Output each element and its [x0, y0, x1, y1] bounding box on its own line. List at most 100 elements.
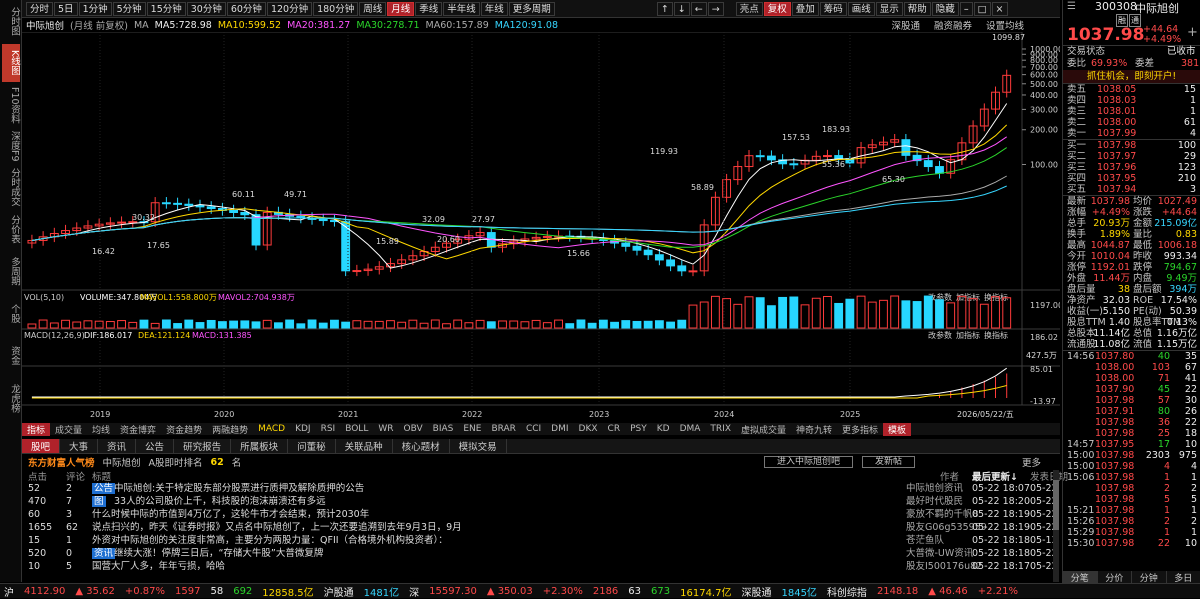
indicator-tab-3[interactable]: 资金博弈: [115, 423, 161, 436]
period-5[interactable]: 30分钟: [187, 2, 226, 16]
new-post-button[interactable]: 发新帖: [862, 456, 915, 468]
period-2[interactable]: 1分钟: [79, 2, 112, 16]
news-tab-2[interactable]: 资讯: [98, 439, 136, 453]
left-tab-4[interactable]: 分时成交: [2, 168, 20, 206]
indicator-tab-11[interactable]: OBV: [399, 424, 428, 434]
indicator-tab-17[interactable]: DKX: [574, 424, 603, 434]
news-author[interactable]: 豪放不羁的千帆8: [906, 508, 979, 521]
news-title[interactable]: 33人的公司股价上千，科技股的泡沫崩溃还有多远: [114, 495, 326, 508]
sells-level[interactable]: 卖四1038.031: [1063, 95, 1200, 106]
news-title[interactable]: 国营大厂人多，年年亏损，哈哈: [92, 560, 225, 573]
sells-level[interactable]: 卖二1038.0061: [1063, 117, 1200, 128]
period-10[interactable]: 月线: [387, 2, 414, 16]
indicator-tab-25[interactable]: 更多指标: [837, 423, 883, 436]
news-tab-7[interactable]: 关联品种: [336, 439, 393, 453]
indicator-tab-19[interactable]: PSY: [625, 424, 652, 434]
link-set-ma[interactable]: 设置均线: [986, 18, 1024, 32]
news-tab-3[interactable]: 公告: [136, 439, 174, 453]
sells-level[interactable]: 卖五1038.0515: [1063, 84, 1200, 95]
news-title[interactable]: 什么时候中际的市值到4万亿了，这轮牛市才会结束，预计2030年: [92, 508, 369, 521]
toolbar-item-5[interactable]: 显示: [876, 2, 903, 16]
left-tab-9[interactable]: 龙虎榜: [2, 378, 20, 418]
news-row[interactable]: 522公告中际旭创:关于特定股东部分股票进行质押及解除质押的公告中际旭创资讯05…: [22, 482, 1056, 495]
indicator-tab-18[interactable]: CR: [603, 424, 626, 434]
restore-icon[interactable]: □: [974, 2, 991, 16]
indicator-tab-26[interactable]: 模板: [883, 423, 911, 436]
period-1[interactable]: 5日: [54, 2, 78, 16]
enter-forum-button[interactable]: 进入中际旭创吧: [764, 456, 853, 468]
close-icon[interactable]: ×: [992, 2, 1008, 16]
indicator-tab-4[interactable]: 资金趋势: [161, 423, 207, 436]
indicator-tab-22[interactable]: TRIX: [705, 424, 736, 434]
buys-level[interactable]: 买三1037.96123: [1063, 162, 1200, 173]
toolbar-item-3[interactable]: 筹码: [820, 2, 847, 16]
toolbar-item-6[interactable]: 帮助: [904, 2, 931, 16]
quote-tab-2[interactable]: 分钟: [1132, 571, 1167, 583]
link-margin[interactable]: 融资融券: [934, 18, 972, 32]
quote-tab-3[interactable]: 多日: [1167, 571, 1200, 583]
left-tab-0[interactable]: 分时图: [2, 2, 20, 40]
add-watchlist-icon[interactable]: +: [1187, 25, 1198, 40]
news-title[interactable]: 中际旭创:关于特定股东部分股票进行质押及解除质押的公告: [114, 482, 364, 495]
period-13[interactable]: 年线: [481, 2, 508, 16]
nav-arrow-icon-2[interactable]: ←: [691, 2, 707, 16]
news-scroll-thumb[interactable]: [1053, 480, 1059, 530]
kline-chart[interactable]: 1000.00900.00800.00700.00600.00500.00400…: [22, 32, 1060, 424]
news-row[interactable]: 105国营大厂人多，年年亏损，哈哈股友I500176u8205-22 18:17…: [22, 560, 1056, 573]
period-12[interactable]: 半年线: [443, 2, 480, 16]
buys-level[interactable]: 买一1037.98100: [1063, 140, 1200, 151]
minimize-icon[interactable]: –: [960, 2, 973, 16]
toolbar-item-4[interactable]: 画线: [848, 2, 875, 16]
indicator-tab-16[interactable]: DMI: [546, 424, 573, 434]
toolbar-item-7[interactable]: 隐藏: [932, 2, 959, 16]
period-0[interactable]: 分时: [26, 2, 53, 16]
open-account-ad[interactable]: 抓住机会，即刻开户!: [1063, 70, 1200, 83]
period-14[interactable]: 更多周期: [509, 2, 555, 16]
quote-tab-1[interactable]: 分价: [1098, 571, 1133, 583]
news-tab-4[interactable]: 研究报告: [174, 439, 231, 453]
link-hk-connect[interactable]: 深股通: [891, 18, 920, 32]
indicator-tab-12[interactable]: BIAS: [428, 424, 459, 434]
news-tab-8[interactable]: 核心题材: [393, 439, 450, 453]
toolbar-item-0[interactable]: 亮点: [736, 2, 763, 16]
period-7[interactable]: 120分钟: [267, 2, 312, 16]
nav-arrow-icon-0[interactable]: ↑: [657, 2, 673, 16]
period-9[interactable]: 周线: [359, 2, 386, 16]
indicator-tab-20[interactable]: KD: [652, 424, 675, 434]
buys-level[interactable]: 买二1037.9729: [1063, 151, 1200, 162]
news-row[interactable]: 4707图33人的公司股价上千，科技股的泡沫崩溃还有多远最好时代股民05-22 …: [22, 495, 1056, 508]
news-row[interactable]: 603什么时候中际的市值到4万亿了，这轮牛市才会结束，预计2030年豪放不羁的千…: [22, 508, 1056, 521]
news-author[interactable]: 大普微-UW资讯: [906, 547, 973, 560]
indicator-tab-7[interactable]: KDJ: [290, 424, 316, 434]
left-tab-6[interactable]: 多周期: [2, 252, 20, 290]
news-row[interactable]: 5200资讯继续大涨！停牌三日后，“存储大牛股”大普微复牌大普微-UW资讯05-…: [22, 547, 1056, 560]
news-tab-6[interactable]: 问董秘: [288, 439, 336, 453]
indicator-tab-10[interactable]: WR: [373, 424, 398, 434]
indicator-tab-21[interactable]: DMA: [675, 424, 706, 434]
header-clicks[interactable]: 点击: [28, 469, 47, 483]
news-author[interactable]: 股友I500176u82: [906, 560, 982, 573]
indicator-tab-13[interactable]: ENE: [458, 424, 486, 434]
header-comments[interactable]: 评论: [66, 469, 85, 483]
news-title[interactable]: 继续大涨！停牌三日后，“存储大牛股”大普微复牌: [114, 547, 323, 560]
news-author[interactable]: 最好时代股民: [906, 495, 963, 508]
toolbar-item-1[interactable]: 复权: [764, 2, 791, 16]
news-row[interactable]: 151外资对中际旭创的关注度非常高，主要分为两股力量：QFII（合格境外机构投资…: [22, 534, 1056, 547]
indicator-tab-9[interactable]: BOLL: [340, 424, 373, 434]
indicator-tab-23[interactable]: 虚拟成交量: [736, 423, 791, 436]
indicator-tab-1[interactable]: 成交量: [50, 423, 87, 436]
nav-arrow-icon-1[interactable]: ↓: [674, 2, 690, 16]
left-tab-1[interactable]: K线图: [2, 44, 20, 82]
news-tab-1[interactable]: 大事: [60, 439, 98, 453]
indicator-tab-0[interactable]: 指标: [22, 423, 50, 436]
quote-tab-0[interactable]: 分笔: [1063, 571, 1098, 583]
news-row[interactable]: 165562说点扫兴的，昨天《证券时报》又点名中际旭创了，上一次还要追溯到去年9…: [22, 521, 1056, 534]
news-title[interactable]: 外资对中际旭创的关注度非常高，主要分为两股力量：QFII（合格境外机构投资者）：: [92, 534, 448, 547]
news-scrollbar[interactable]: [1053, 470, 1059, 582]
sells-level[interactable]: 卖三1038.011: [1063, 106, 1200, 117]
buys-level[interactable]: 买四1037.95210: [1063, 173, 1200, 184]
more-link[interactable]: 更多: [1022, 455, 1041, 469]
indicator-tab-15[interactable]: CCI: [521, 424, 546, 434]
period-4[interactable]: 15分钟: [147, 2, 186, 16]
period-8[interactable]: 180分钟: [313, 2, 358, 16]
